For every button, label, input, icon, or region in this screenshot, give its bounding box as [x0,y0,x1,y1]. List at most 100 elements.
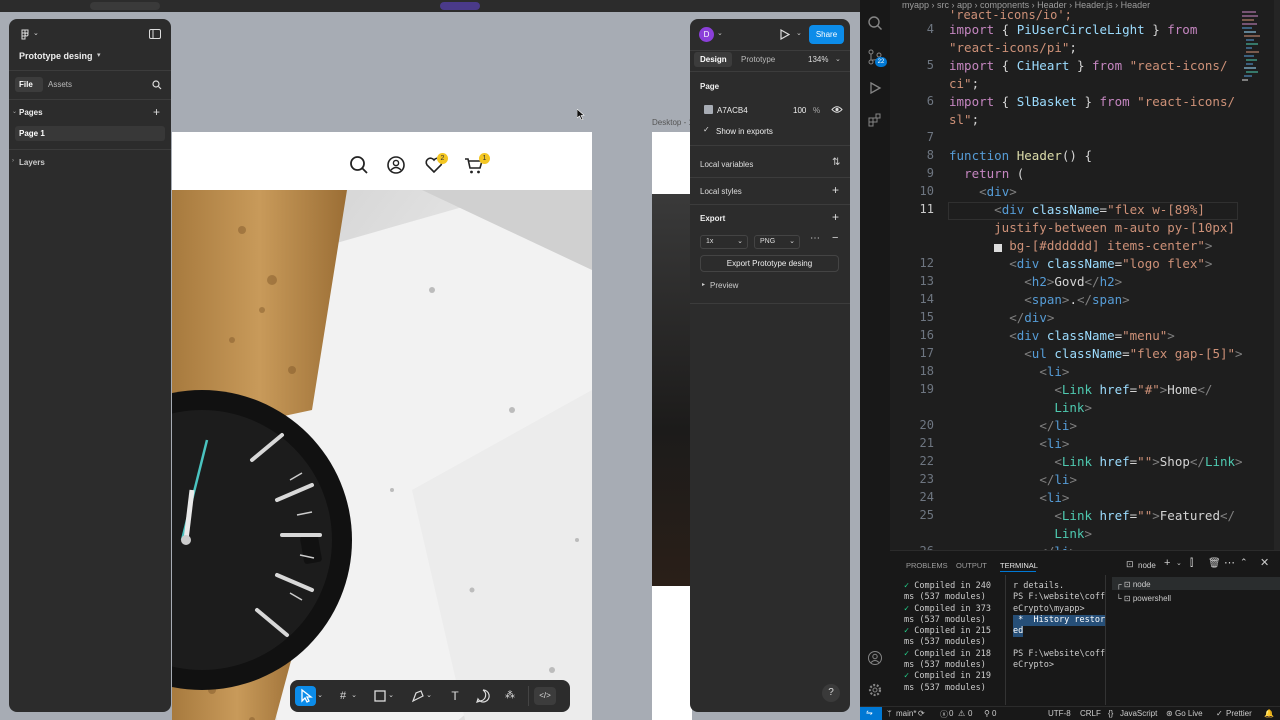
checkbox-checked-icon[interactable]: ✓ [703,125,710,134]
bg-color-hex[interactable]: A7ACB4 [717,106,748,115]
chevron-down-icon[interactable]: ⌄ [33,29,39,37]
chevron-down-icon[interactable]: ⌄ [1176,559,1182,567]
breadcrumb-item[interactable]: myapp [902,0,929,10]
add-style-icon[interactable]: + [832,183,839,197]
tab-problems[interactable]: PROBLEMS [906,561,948,570]
terminal-name[interactable]: node [1138,561,1156,570]
terminal-output-1[interactable]: ✓ Compiled in 240 ms (537 modules) ✓ Compi… [904,581,991,694]
code-line[interactable]: sl"; [949,112,979,127]
more-actions-icon[interactable]: ⋯ [1224,556,1235,569]
chevron-down-icon[interactable]: ⌄ [350,687,358,705]
close-icon[interactable]: ✕ [1260,556,1269,569]
git-branch[interactable]: main* [896,709,916,718]
code-line[interactable]: function Header() { [949,148,1092,163]
move-tool-icon[interactable] [297,687,315,705]
tab-terminal[interactable]: TERMINAL [1000,561,1038,570]
file-name[interactable]: Prototype desing [19,51,93,61]
search-icon[interactable] [867,15,883,31]
help-button[interactable]: ? [822,684,840,702]
code-line[interactable]: import { CiHeart } from "react-icons/ [949,58,1227,73]
code-line[interactable]: <div> [949,184,1017,199]
chevron-down-icon[interactable]: ⌄ [796,29,802,37]
tab-chip-active[interactable] [440,2,480,10]
page-item-page-1[interactable]: Page 1 [19,129,45,138]
code-line[interactable]: import { PiUserCircleLight } from [949,22,1197,37]
editor-scrollbar[interactable] [1274,0,1280,550]
show-in-exports-label[interactable]: Show in exports [716,127,773,136]
tab-file[interactable]: File [19,80,33,89]
go-live-button[interactable]: Go Live [1175,709,1203,718]
export-scale-select[interactable]: 1x ⌄ [700,235,748,249]
more-options-icon[interactable]: ⋯ [810,233,820,244]
remove-export-icon[interactable]: − [832,232,838,244]
zoom-level[interactable]: 134% [808,55,828,64]
code-line[interactable]: return ( [949,166,1024,181]
breadcrumb-item[interactable]: Header [1121,0,1151,10]
language-mode[interactable]: JavaScript [1120,709,1157,718]
local-variables-label[interactable]: Local variables [700,160,753,169]
terminal-list-item-node[interactable]: ┌ ⊡ node [1116,579,1151,590]
sync-icon[interactable]: ⟳ [918,709,925,718]
chevron-down-icon[interactable]: ⌄ [316,687,324,705]
text-tool-icon[interactable]: T [446,687,464,705]
code-line[interactable]: <ul className="flex gap-[5]"> [949,346,1242,361]
local-styles-label[interactable]: Local styles [700,187,742,196]
avatar[interactable]: D [699,27,714,42]
split-terminal-icon[interactable]: ⫿ [1190,558,1193,569]
maximize-panel-icon[interactable]: ⌃ [1240,557,1248,568]
tab-prototype[interactable]: Prototype [741,55,775,64]
user-circle-icon[interactable] [385,154,407,176]
tab-chip[interactable] [90,2,160,10]
export-button[interactable]: Export Prototype desing [700,255,839,272]
bell-icon[interactable]: 🔔 [1264,709,1274,718]
dev-mode-toggle[interactable]: </> [534,687,556,705]
code-line[interactable]: </div> [949,310,1054,325]
breadcrumb-item[interactable]: src [937,0,949,10]
error-count[interactable]: 0 [949,709,953,718]
chevron-down-icon[interactable]: ⌄ [387,687,395,705]
canvas-frame-second[interactable] [652,132,692,720]
export-format-select[interactable]: PNG ⌄ [754,235,800,249]
run-debug-icon[interactable] [867,80,883,96]
code-editor[interactable]: myapp › src › app › components › Header … [890,0,1280,550]
adjust-icon[interactable]: ⇅ [832,157,840,168]
code-line[interactable]: <h2>Govd</h2> [949,274,1122,289]
chevron-down-icon[interactable]: ⌄ [717,29,723,37]
code-line[interactable]: justify-between m-auto py-[10px] [949,220,1235,235]
file-menu-chevron-icon[interactable]: ▾ [97,51,101,59]
layers-heading[interactable]: Layers [19,158,45,167]
zoom-chevron-icon[interactable]: ⌄ [835,55,841,63]
terminal-output-2[interactable]: r details. PS F:\website\coff eCrypto\myap… [1013,581,1106,671]
code-line[interactable]: <div className="flex w-[89%] [949,202,1205,217]
code-line[interactable]: <li> [949,490,1069,505]
code-line[interactable]: <li> [949,364,1069,379]
code-line[interactable]: </li> [949,418,1077,433]
extensions-icon[interactable] [867,112,883,128]
warning-count[interactable]: 0 [968,709,972,718]
trash-icon[interactable]: 🗑 [1208,558,1221,569]
search-icon[interactable] [348,154,370,176]
code-line[interactable]: Link> [949,400,1092,415]
code-line[interactable]: bg-[#dddddd] items-center"> [949,238,1212,253]
add-export-icon[interactable]: + [832,210,839,224]
present-play-icon[interactable] [780,29,790,40]
minimap[interactable] [1242,10,1262,120]
terminal-list-item-powershell[interactable]: └ ⊡ powershell [1116,593,1171,604]
comment-tool-icon[interactable] [474,687,492,705]
collapse-icon[interactable]: ⌄ [12,108,17,115]
add-page-icon[interactable]: + [153,105,160,119]
code-line[interactable]: "react-icons/pi"; [949,40,1077,55]
code-line[interactable]: <li> [949,436,1069,451]
expand-icon[interactable]: › [12,158,14,164]
tab-design[interactable]: Design [700,55,727,64]
encoding[interactable]: UTF-8 [1048,709,1071,718]
bg-opacity[interactable]: 100 [793,106,806,115]
ports-count[interactable]: 0 [992,709,996,718]
code-line[interactable]: Link> [949,526,1092,541]
code-line[interactable]: import { SlBasket } from "react-icons/ [949,94,1235,109]
tab-assets[interactable]: Assets [48,80,72,89]
expand-icon[interactable]: ▸ [702,281,705,288]
code-line[interactable]: <Link href="">Featured</ [949,508,1235,523]
pages-heading[interactable]: Pages [19,108,43,117]
code-line[interactable]: <div className="menu"> [949,328,1175,343]
